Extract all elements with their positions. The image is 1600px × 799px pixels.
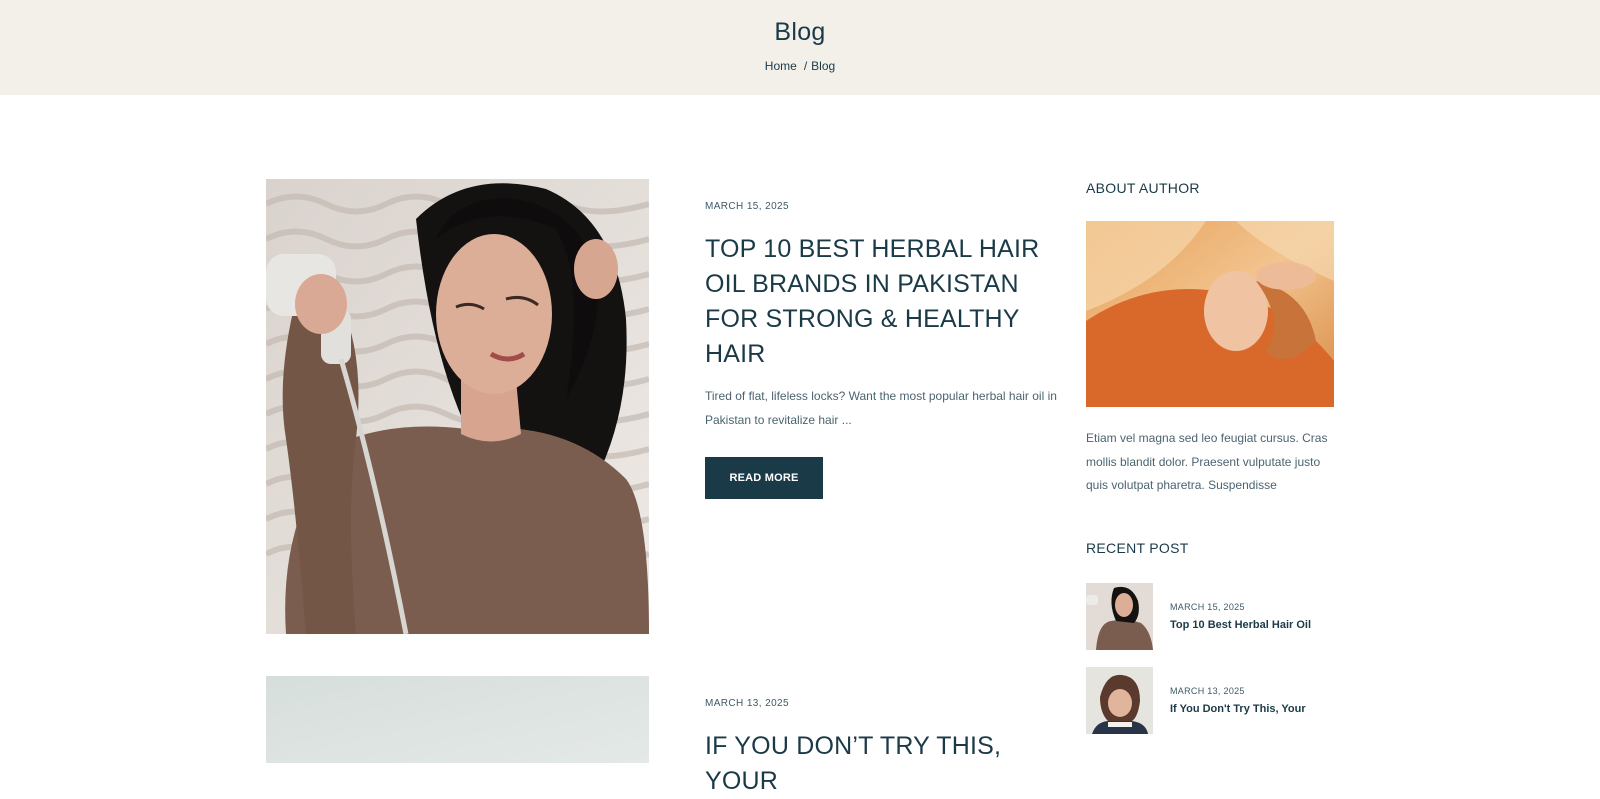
author-image <box>1086 221 1334 407</box>
breadcrumb-current: Blog <box>811 59 836 73</box>
post-title[interactable]: IF YOU DON’T TRY THIS, YOUR <box>705 729 1065 799</box>
post-card: MARCH 13, 2025 IF YOU DON’T TRY THIS, YO… <box>266 676 1066 795</box>
breadcrumb: Home / Blog <box>0 59 1600 73</box>
post-image[interactable] <box>266 179 649 634</box>
recent-post-date: MARCH 13, 2025 <box>1170 685 1245 696</box>
about-author-title: ABOUT AUTHOR <box>1086 180 1200 196</box>
sidebar: ABOUT AUTHOR Etiam vel magna sed leo feu <box>1086 180 1334 751</box>
post-body: MARCH 13, 2025 IF YOU DON’T TRY THIS, YO… <box>705 676 1065 799</box>
recent-post-photo <box>1086 582 1153 650</box>
recent-post-thumbnail[interactable] <box>1086 666 1153 734</box>
page-header: Blog Home / Blog <box>0 0 1600 95</box>
recent-post-list: MARCH 15, 2025 Top 10 Best Herbal Hair O… <box>1086 582 1334 734</box>
recent-post-info: MARCH 13, 2025 If You Don't Try This, Yo… <box>1170 686 1306 715</box>
post-image[interactable] <box>266 676 649 763</box>
recent-post-link[interactable]: Top 10 Best Herbal Hair Oil <box>1170 619 1311 631</box>
recent-post-item[interactable]: MARCH 13, 2025 If You Don't Try This, Yo… <box>1086 666 1334 734</box>
post-date: MARCH 13, 2025 <box>705 698 789 709</box>
recent-post-thumbnail[interactable] <box>1086 582 1153 650</box>
post-date: MARCH 15, 2025 <box>705 201 789 212</box>
read-more-button[interactable]: READ MORE <box>705 457 823 499</box>
breadcrumb-home-link[interactable]: Home <box>765 59 797 73</box>
post-title[interactable]: TOP 10 BEST HERBAL HAIR OIL BRANDS IN PA… <box>705 232 1065 372</box>
recent-post-info: MARCH 15, 2025 Top 10 Best Herbal Hair O… <box>1170 602 1311 631</box>
recent-post-title: RECENT POST <box>1086 539 1189 556</box>
post-excerpt: Tired of flat, lifeless locks? Want the … <box>705 389 1057 427</box>
recent-post-item[interactable]: MARCH 15, 2025 Top 10 Best Herbal Hair O… <box>1086 582 1334 650</box>
breadcrumb-separator: / <box>803 59 808 73</box>
recent-post-photo <box>1086 666 1153 734</box>
woman-drying-hair-photo <box>266 179 649 634</box>
recent-post-link[interactable]: If You Don't Try This, Your <box>1170 703 1306 715</box>
author-bio: Etiam vel magna sed leo feugiat cursus. … <box>1086 431 1328 492</box>
post-body: MARCH 15, 2025 TOP 10 BEST HERBAL HAIR O… <box>705 179 1065 499</box>
author-photo <box>1086 221 1334 407</box>
post-card: MARCH 15, 2025 TOP 10 BEST HERBAL HAIR O… <box>266 179 1066 634</box>
page-title: Blog <box>774 18 826 46</box>
recent-post-date: MARCH 15, 2025 <box>1170 601 1245 612</box>
post-photo <box>266 676 649 763</box>
